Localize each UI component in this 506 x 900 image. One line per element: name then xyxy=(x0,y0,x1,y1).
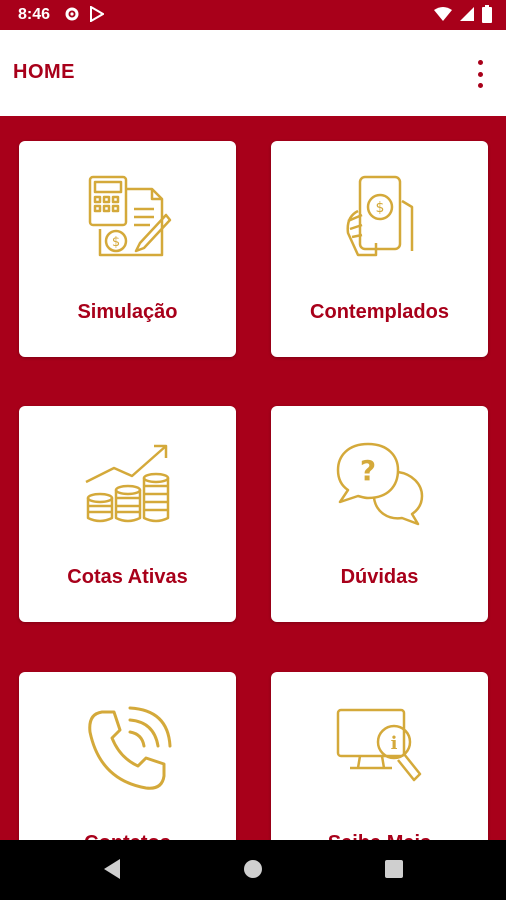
coins-growth-icon xyxy=(84,444,169,523)
play-store-icon xyxy=(90,6,104,22)
recents-icon[interactable] xyxy=(384,858,404,880)
card-contemplados[interactable]: $ Contemplados xyxy=(271,141,488,357)
system-nav-bar xyxy=(0,840,506,900)
wifi-icon xyxy=(434,7,452,21)
info-monitor-icon: i xyxy=(336,708,421,782)
battery-icon xyxy=(482,5,492,23)
svg-text:$: $ xyxy=(375,200,384,216)
phone-money-hand-icon: $ xyxy=(345,175,413,257)
signal-icon xyxy=(460,7,474,21)
card-label: Contatos xyxy=(19,832,236,840)
svg-text:$: $ xyxy=(111,235,119,250)
more-vert-icon xyxy=(477,60,483,65)
settings-icon xyxy=(65,7,79,21)
svg-text:i: i xyxy=(390,733,397,754)
phone-call-icon xyxy=(87,706,171,790)
card-duvidas[interactable]: ? Dúvidas xyxy=(271,406,488,622)
overflow-menu-button[interactable] xyxy=(468,60,492,88)
card-label: Saiba Mais xyxy=(271,832,488,840)
card-label: Cotas Ativas xyxy=(67,566,188,588)
card-label: Simulação xyxy=(77,301,178,323)
calculator-document-icon: $ xyxy=(88,175,171,257)
card-saiba-mais[interactable]: i Saiba Mais xyxy=(271,672,488,840)
status-time: 8:46 xyxy=(18,6,51,23)
card-cotas-ativas[interactable]: Cotas Ativas xyxy=(19,406,236,622)
card-contatos[interactable]: Contatos xyxy=(19,672,236,840)
home-icon[interactable] xyxy=(243,858,263,880)
app-bar: HOME xyxy=(0,30,506,116)
question-chat-icon: ? xyxy=(336,442,423,526)
card-simulacao[interactable]: $ Simulação xyxy=(19,141,236,357)
back-icon[interactable] xyxy=(102,858,122,880)
menu-grid: $ Simulação $ Contemplados Cotas Ativas … xyxy=(0,116,506,840)
card-label: Dúvidas xyxy=(340,566,419,588)
status-bar: 8:46 xyxy=(0,0,506,30)
card-label: Contemplados xyxy=(310,301,449,323)
page-title: HOME xyxy=(13,61,75,83)
svg-text:?: ? xyxy=(359,454,375,487)
